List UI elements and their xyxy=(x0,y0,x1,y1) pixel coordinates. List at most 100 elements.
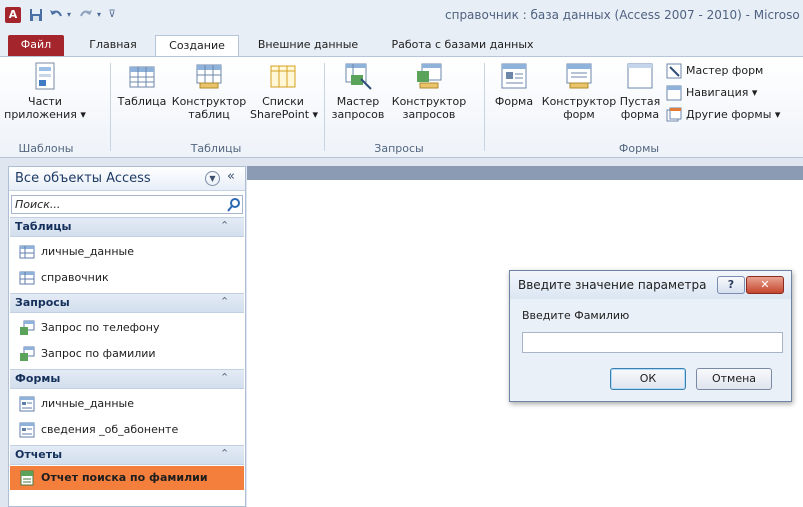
ok-button[interactable]: ОК xyxy=(610,368,686,390)
window-title: справочник : база данных (Access 2007 - … xyxy=(445,8,800,22)
nav-search-box xyxy=(11,195,243,214)
nav-section-forms[interactable]: Формы ⌃ xyxy=(10,369,244,389)
form-label: Форма xyxy=(494,95,534,108)
blank-form-icon xyxy=(627,63,653,89)
group-label-forms: Формы xyxy=(618,142,660,155)
nav-item-label: Запрос по фамилии xyxy=(41,347,156,360)
query-design-icon xyxy=(417,63,442,89)
nav-section-tables[interactable]: Таблицы ⌃ xyxy=(10,217,244,237)
redo-dropdown-icon[interactable]: ▾ xyxy=(94,7,104,23)
group-label-queries: Запросы xyxy=(374,142,424,155)
blank-form-label-1: Пустая xyxy=(619,95,661,108)
table-button[interactable]: Таблица xyxy=(116,61,168,108)
close-button[interactable]: ✕ xyxy=(746,276,784,294)
form-wizard-label: Мастер форм xyxy=(686,64,764,77)
nav-item-label: Отчет поиска по фамилии xyxy=(41,471,208,484)
query-icon xyxy=(20,346,35,361)
table-icon xyxy=(129,66,155,88)
nav-search-input[interactable] xyxy=(12,196,222,213)
nav-pane-header[interactable]: Все объекты Access ▼ « xyxy=(9,167,245,191)
form-button[interactable]: Форма xyxy=(490,61,538,108)
table-icon xyxy=(19,245,35,259)
table-design-icon xyxy=(196,64,222,89)
sharepoint-lists-button[interactable]: Списки SharePoint ▾ xyxy=(250,61,318,121)
nav-menu-chevron-icon[interactable]: ▼ xyxy=(205,171,220,186)
parameter-input[interactable] xyxy=(522,332,783,353)
navigation-button[interactable]: Навигация ▾ xyxy=(666,83,757,103)
nav-item-label: личные_данные xyxy=(41,245,135,258)
form-design-button[interactable]: Конструктор форм xyxy=(540,61,618,121)
section-collapse-icon[interactable]: ⌃ xyxy=(220,447,229,460)
nav-item-form[interactable]: личные_данные xyxy=(10,392,244,416)
nav-section-title: Таблицы xyxy=(15,220,72,233)
nav-section-title: Запросы xyxy=(15,296,70,309)
tab-database-tools[interactable]: Работа с базами данных xyxy=(380,35,545,57)
access-app-icon[interactable]: A xyxy=(5,7,21,23)
other-forms-icon xyxy=(666,107,682,122)
form-icon xyxy=(501,63,527,89)
navigation-pane: Все объекты Access ▼ « Таблицы ⌃ личные_… xyxy=(8,166,246,507)
query-wizard-icon xyxy=(345,63,372,90)
search-icon[interactable] xyxy=(226,197,242,213)
dialog-title: Введите значение параметра xyxy=(518,278,707,292)
form-icon xyxy=(19,422,35,438)
nav-section-reports[interactable]: Отчеты ⌃ xyxy=(10,445,244,465)
save-icon[interactable] xyxy=(28,7,44,23)
customize-qat-icon[interactable]: ⊽ xyxy=(106,7,118,23)
query-wizard-button[interactable]: Мастер запросов xyxy=(330,61,386,121)
section-collapse-icon[interactable]: ⌃ xyxy=(220,295,229,308)
form-icon xyxy=(19,396,35,412)
cancel-button[interactable]: Отмена xyxy=(696,368,772,390)
redo-icon[interactable] xyxy=(78,7,94,23)
report-icon xyxy=(20,470,34,486)
nav-item-table[interactable]: личные_данные xyxy=(10,240,244,264)
tab-external-data[interactable]: Внешние данные xyxy=(250,35,366,57)
form-design-icon xyxy=(566,63,592,89)
sharepoint-lists-label-1: Списки xyxy=(262,95,304,108)
tab-home[interactable]: Главная xyxy=(78,35,148,57)
nav-pane-title: Все объекты Access xyxy=(15,171,151,186)
application-parts-label-2: приложения ▾ xyxy=(4,108,86,121)
nav-section-queries[interactable]: Запросы ⌃ xyxy=(10,293,244,313)
tab-create[interactable]: Создание xyxy=(155,35,239,57)
form-design-label-1: Конструктор xyxy=(541,95,617,108)
dialog-titlebar[interactable]: Введите значение параметра ? ✕ xyxy=(510,271,791,299)
other-forms-button[interactable]: Другие формы ▾ xyxy=(666,105,780,125)
undo-dropdown-icon[interactable]: ▾ xyxy=(64,7,74,23)
application-parts-button[interactable]: Части приложения ▾ xyxy=(4,61,86,121)
nav-item-form[interactable]: сведения _об_абоненте xyxy=(10,418,244,442)
query-design-button[interactable]: Конструктор запросов xyxy=(390,61,468,121)
table-design-label-1: Конструктор xyxy=(171,95,247,108)
table-label: Таблица xyxy=(117,95,167,108)
form-wizard-button[interactable]: Мастер форм xyxy=(666,61,763,81)
nav-collapse-icon[interactable]: « xyxy=(227,169,235,184)
form-wizard-icon xyxy=(666,63,682,79)
nav-item-query[interactable]: Запрос по телефону xyxy=(10,316,244,340)
nav-item-label: личные_данные xyxy=(41,397,135,410)
nav-item-query[interactable]: Запрос по фамилии xyxy=(10,342,244,366)
undo-icon[interactable] xyxy=(48,7,64,23)
title-bar: A ▾ ▾ ⊽ справочник : база данных (Access… xyxy=(0,0,803,30)
section-collapse-icon[interactable]: ⌃ xyxy=(220,371,229,384)
nav-section-title: Отчеты xyxy=(15,448,63,461)
help-button[interactable]: ? xyxy=(717,276,745,294)
query-wizard-label-1: Мастер xyxy=(336,95,380,108)
nav-item-label: сведения _об_абоненте xyxy=(41,423,179,436)
section-collapse-icon[interactable]: ⌃ xyxy=(220,219,229,232)
blank-form-label-2: форма xyxy=(620,108,660,121)
table-design-button[interactable]: Конструктор таблиц xyxy=(170,61,248,121)
group-separator xyxy=(110,63,111,151)
application-parts-icon xyxy=(35,62,55,90)
table-icon xyxy=(19,271,35,285)
navigation-form-icon xyxy=(666,85,682,101)
query-wizard-label-2: запросов xyxy=(331,108,385,121)
nav-item-report-selected[interactable]: Отчет поиска по фамилии xyxy=(10,466,244,490)
group-separator xyxy=(324,63,325,151)
nav-item-label: Запрос по телефону xyxy=(41,321,160,334)
blank-form-button[interactable]: Пустая форма xyxy=(619,61,661,121)
nav-item-table[interactable]: справочник xyxy=(10,266,244,290)
form-design-label-2: форм xyxy=(563,108,595,121)
parameter-dialog: Введите значение параметра ? ✕ Введите Ф… xyxy=(509,270,792,402)
ribbon-tabs: Файл Главная Создание Внешние данные Раб… xyxy=(0,30,803,57)
tab-file[interactable]: Файл xyxy=(8,35,64,57)
